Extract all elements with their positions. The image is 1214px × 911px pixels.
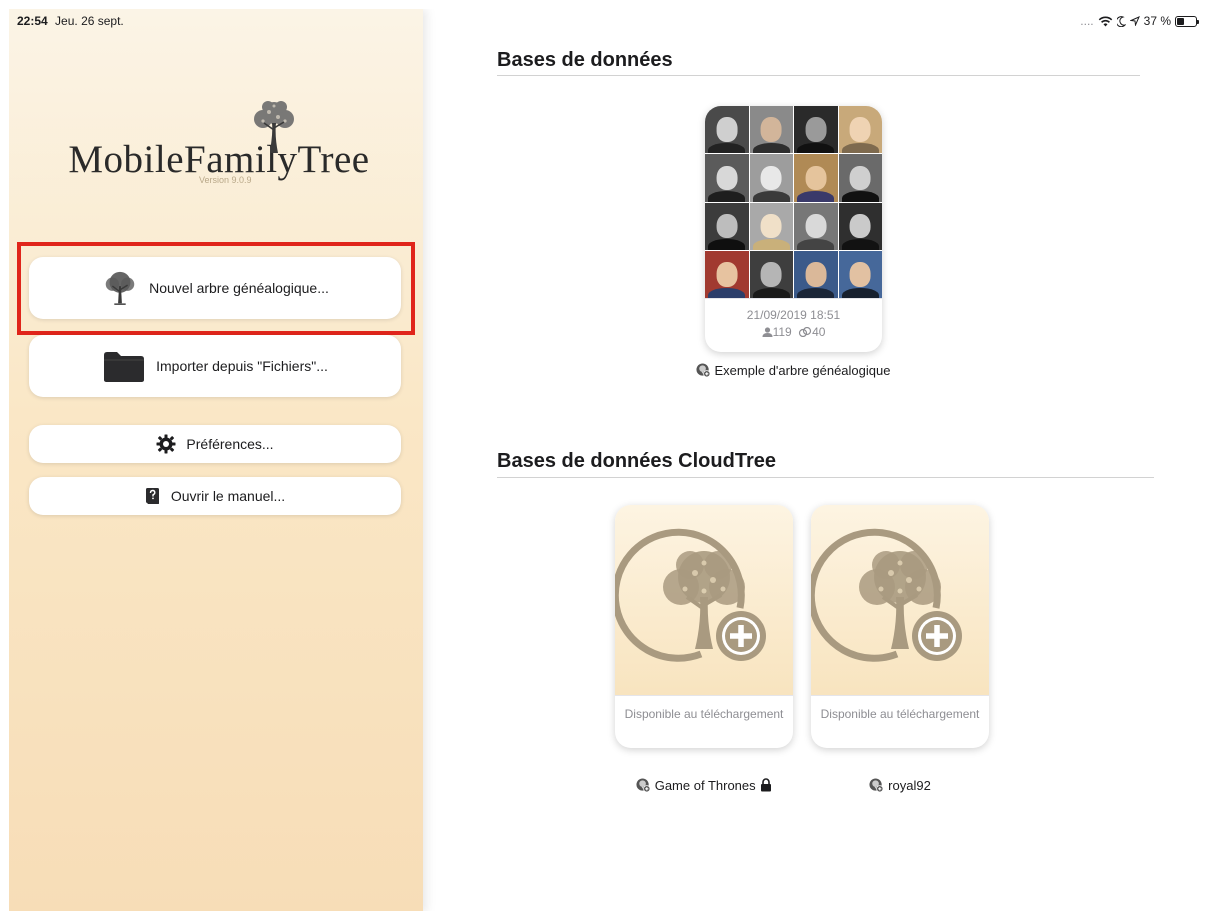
- cloudtree-divider: [497, 477, 1154, 478]
- cloudtree-artwork: [811, 505, 989, 695]
- family-count: 40: [812, 325, 826, 339]
- database-name[interactable]: Exemple d'arbre généalogique: [693, 362, 893, 379]
- person-photo: [705, 106, 749, 154]
- cloudtree-name-label: royal92: [888, 778, 931, 793]
- cloudtree-tree-plus-icon: [811, 528, 962, 662]
- person-photo: [794, 202, 838, 250]
- person-photo: [749, 250, 793, 298]
- open-manual-label: Ouvrir le manuel...: [170, 488, 286, 504]
- app-window: 22:54 Jeu. 26 sept. .... 37 % MobileFami…: [9, 9, 1205, 911]
- cloudtree-tree-plus-icon: [615, 528, 766, 662]
- moon-icon: [1116, 15, 1126, 27]
- databases-title: Bases de données: [497, 49, 673, 71]
- database-name-label: Exemple d'arbre généalogique: [714, 363, 891, 378]
- person-photo: [749, 202, 793, 250]
- person-photo: [749, 106, 793, 154]
- cloudtree-status: Disponible au téléchargement: [811, 695, 989, 748]
- app-version: Version 9.0.9: [199, 175, 252, 185]
- database-info: 21/09/2019 18:51 119 40: [705, 298, 882, 352]
- main-content: Bases de données 21/09/2019 18:51 119 40…: [423, 9, 1205, 911]
- person-photo: [838, 250, 882, 298]
- person-icon: [762, 327, 773, 337]
- database-date: 21/09/2019 18:51: [746, 308, 841, 322]
- logo-tree-icon: [254, 101, 294, 153]
- lock-icon: [761, 778, 772, 792]
- status-bar: 22:54 Jeu. 26 sept. .... 37 %: [9, 9, 1205, 33]
- person-photo: [705, 154, 749, 202]
- person-photo: [838, 202, 882, 250]
- app-logo: MobileFamilyTree Version 9.0.9: [39, 97, 399, 185]
- person-photo: [705, 202, 749, 250]
- status-indicators: .... 37 %: [1080, 14, 1199, 28]
- cloudtree-name-label: Game of Thrones: [654, 778, 756, 793]
- cloudtree-add-icon: [636, 778, 651, 793]
- location-icon: [1129, 16, 1140, 26]
- cloudtree-title: Bases de données CloudTree: [497, 450, 776, 472]
- person-count: 119: [772, 325, 792, 339]
- cloudtree-add-icon: [696, 363, 711, 378]
- manual-book-icon: [145, 488, 159, 504]
- cloudtree-status: Disponible au téléchargement: [615, 695, 793, 748]
- status-time: 22:54 Jeu. 26 sept.: [17, 14, 124, 28]
- cloudtree-card[interactable]: Disponible au téléchargement: [615, 505, 793, 748]
- gear-icon: [156, 434, 176, 454]
- person-photo: [838, 154, 882, 202]
- import-files-label: Importer depuis "Fichiers"...: [156, 358, 328, 374]
- rings-icon: [798, 326, 812, 338]
- person-photo: [794, 106, 838, 154]
- person-photo: [794, 154, 838, 202]
- database-counts: 119 40: [705, 324, 882, 341]
- cloudtree-add-icon: [869, 778, 884, 793]
- import-files-button[interactable]: Importer depuis "Fichiers"...: [29, 335, 401, 397]
- cloudtree-card[interactable]: Disponible au téléchargement: [811, 505, 989, 748]
- battery-percent: 37 %: [1143, 14, 1171, 28]
- cloudtree-name[interactable]: Game of Thrones: [604, 777, 804, 794]
- family-photo-collage: [705, 106, 882, 298]
- wifi-icon: [1098, 16, 1112, 26]
- database-card[interactable]: 21/09/2019 18:51 119 40: [705, 106, 882, 352]
- date-label: Jeu. 26 sept.: [55, 14, 124, 28]
- signal-icon: ....: [1080, 14, 1094, 28]
- person-photo: [838, 106, 882, 154]
- open-manual-button[interactable]: Ouvrir le manuel...: [29, 477, 401, 515]
- databases-divider: [497, 75, 1140, 76]
- preferences-button[interactable]: Préférences...: [29, 425, 401, 463]
- folder-icon: [104, 352, 145, 382]
- person-photo: [705, 250, 749, 298]
- preferences-label: Préférences...: [186, 436, 274, 452]
- person-photo: [749, 154, 793, 202]
- cloudtree-name[interactable]: royal92: [800, 777, 1000, 794]
- battery-icon: [1175, 15, 1199, 27]
- cloudtree-artwork: [615, 505, 793, 695]
- sidebar: MobileFamilyTree Version 9.0.9 Nouvel ar…: [9, 9, 423, 911]
- time-label: 22:54: [17, 14, 48, 28]
- highlight-box: [17, 242, 415, 335]
- person-photo: [794, 250, 838, 298]
